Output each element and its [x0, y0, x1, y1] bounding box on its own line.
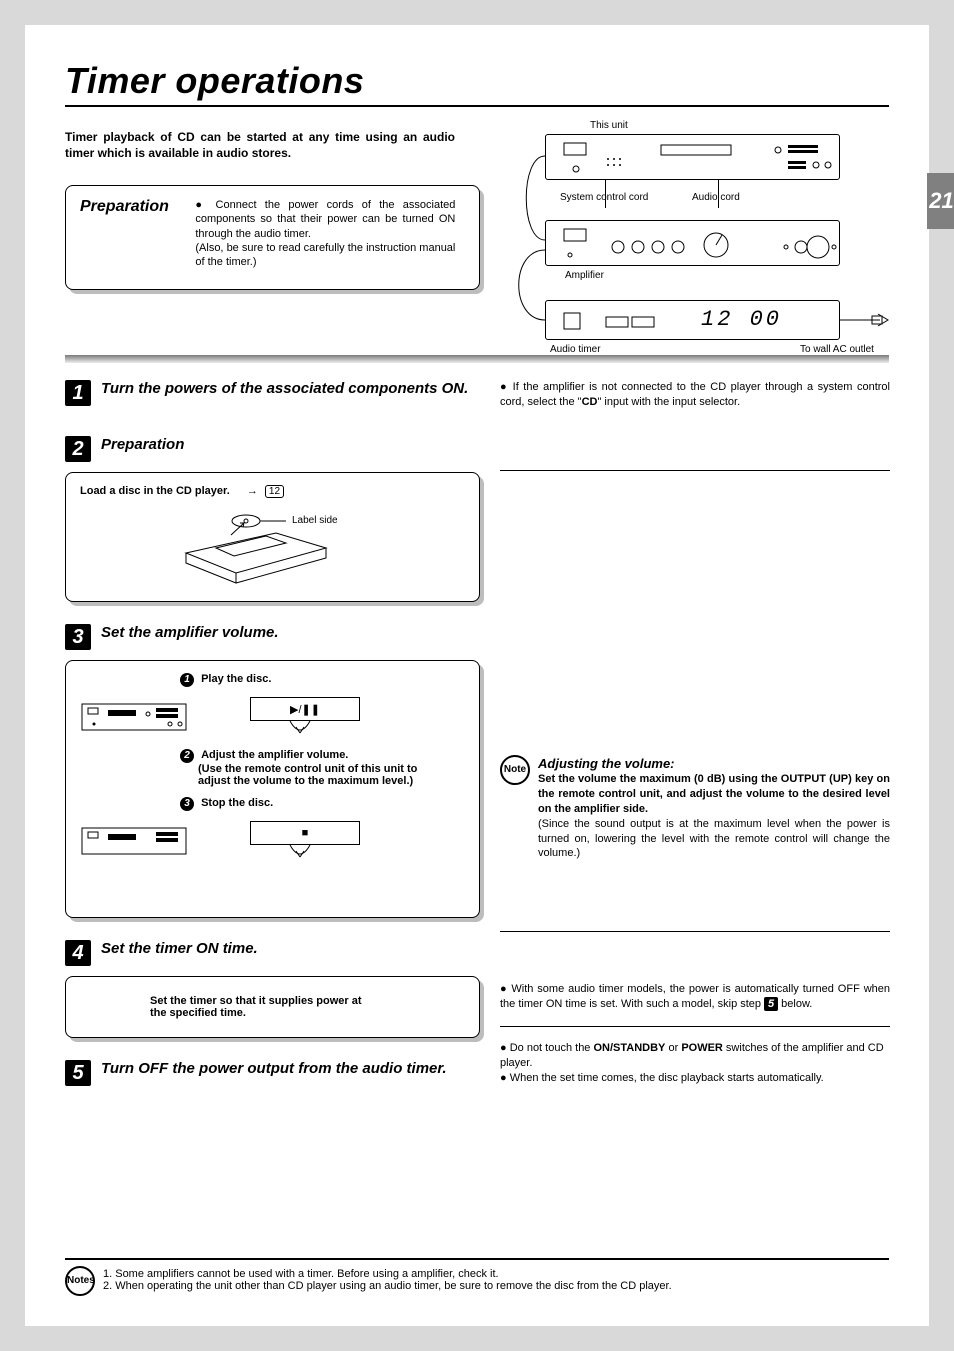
- intro-text: Timer playback of CD can be started at a…: [65, 129, 455, 161]
- remote-stop-button: [250, 821, 360, 845]
- step-2: 2 Preparation: [65, 436, 480, 462]
- step-2-title: Preparation: [101, 436, 184, 454]
- section-divider: [65, 355, 889, 363]
- step-5: 5 Turn OFF the power output from the aud…: [65, 1060, 480, 1086]
- right-note-5b: ● When the set time comes, the disc play…: [500, 1071, 890, 1086]
- substep-3-text: Stop the disc.: [201, 797, 273, 809]
- device-drawing-1: [80, 700, 190, 738]
- adjust-heading: Adjusting the volume:: [538, 755, 890, 773]
- play-pause-icon: [290, 703, 320, 716]
- divider: [500, 931, 890, 932]
- step-number-5: 5: [65, 1060, 91, 1086]
- remote-play-button: [250, 697, 360, 721]
- step-number-4: 4: [65, 940, 91, 966]
- connection-diagram: This unit System control cord Audio cord…: [500, 120, 895, 370]
- right-note-1: ● If the amplifier is not connected to t…: [500, 380, 890, 410]
- preparation-paren: (Also, be sure to read carefully the ins…: [195, 241, 455, 270]
- substep-2-text: Adjust the amplifier volume.: [201, 749, 348, 761]
- step-4-title: Set the timer ON time.: [101, 940, 258, 958]
- step-4: 4 Set the timer ON time.: [65, 940, 480, 966]
- footnotes: Notes 1. Some amplifiers cannot be used …: [65, 1258, 889, 1296]
- right-note-5a: ● Do not touch the ON/STANDBY or POWER s…: [500, 1041, 890, 1071]
- substep-2-num: 2: [180, 749, 194, 763]
- preparation-bullet: Connect the power cords of the associate…: [195, 198, 455, 241]
- adjust-bold: Set the volume the maximum (0 dB) using …: [538, 772, 890, 817]
- step-number-1: 1: [65, 380, 91, 406]
- divider: [500, 470, 890, 471]
- adjust-volume-note: Note Adjusting the volume: Set the volum…: [500, 755, 890, 862]
- step-4-body: Set the timer so that it supplies power …: [150, 995, 370, 1019]
- page-ref-12: 12: [265, 485, 284, 498]
- step-number-2: 2: [65, 436, 91, 462]
- page-title: Timer operations: [65, 60, 889, 102]
- step-3: 3 Set the amplifier volume.: [65, 624, 480, 650]
- step-2-box: Load a disc in the CD player. 12: [65, 472, 480, 602]
- step-1: 1 Turn the powers of the associated comp…: [65, 380, 480, 406]
- step-number-3: 3: [65, 624, 91, 650]
- title-rule: [65, 105, 889, 107]
- stop-icon: [302, 827, 309, 839]
- diagram-label-audio-timer: Audio timer: [550, 344, 601, 355]
- footnote-1: 1. Some amplifiers cannot be used with a…: [103, 1268, 672, 1280]
- substep-1-num: 1: [180, 673, 194, 687]
- right-note-4: ● With some audio timer models, the powe…: [500, 982, 890, 1012]
- note-icon: Note: [500, 755, 530, 785]
- label-side-text: Label side: [292, 515, 338, 526]
- adjust-body: (Since the sound output is at the maximu…: [538, 817, 890, 862]
- page-number-tab: 21: [927, 173, 954, 229]
- step-2-load: Load a disc in the CD player.: [80, 485, 230, 497]
- step-3-title: Set the amplifier volume.: [101, 624, 279, 642]
- notes-icon: Notes: [65, 1266, 95, 1296]
- step-1-title: Turn the powers of the associated compon…: [101, 380, 468, 398]
- divider: [500, 1026, 890, 1027]
- diagram-timer-display: 12 00: [701, 307, 782, 332]
- footnote-2: 2. When operating the unit other than CD…: [103, 1280, 672, 1292]
- substep-3-num: 3: [180, 797, 194, 811]
- device-drawing-2: [80, 824, 190, 862]
- arrow-icon: [247, 485, 258, 497]
- preparation-section: Preparation Connect the power cords of t…: [65, 185, 480, 290]
- step-4-box: Set the timer so that it supplies power …: [65, 976, 480, 1038]
- substep-1-text: Play the disc.: [201, 673, 271, 685]
- preparation-heading: Preparation: [80, 198, 169, 216]
- step-3-box: 1 Play the disc. 2 Adjust the amplifier …: [65, 660, 480, 918]
- step-5-title: Turn OFF the power output from the audio…: [101, 1060, 447, 1078]
- substep-2-text2: (Use the remote control unit of this uni…: [198, 763, 440, 787]
- diagram-label-wall: To wall AC outlet: [800, 344, 874, 355]
